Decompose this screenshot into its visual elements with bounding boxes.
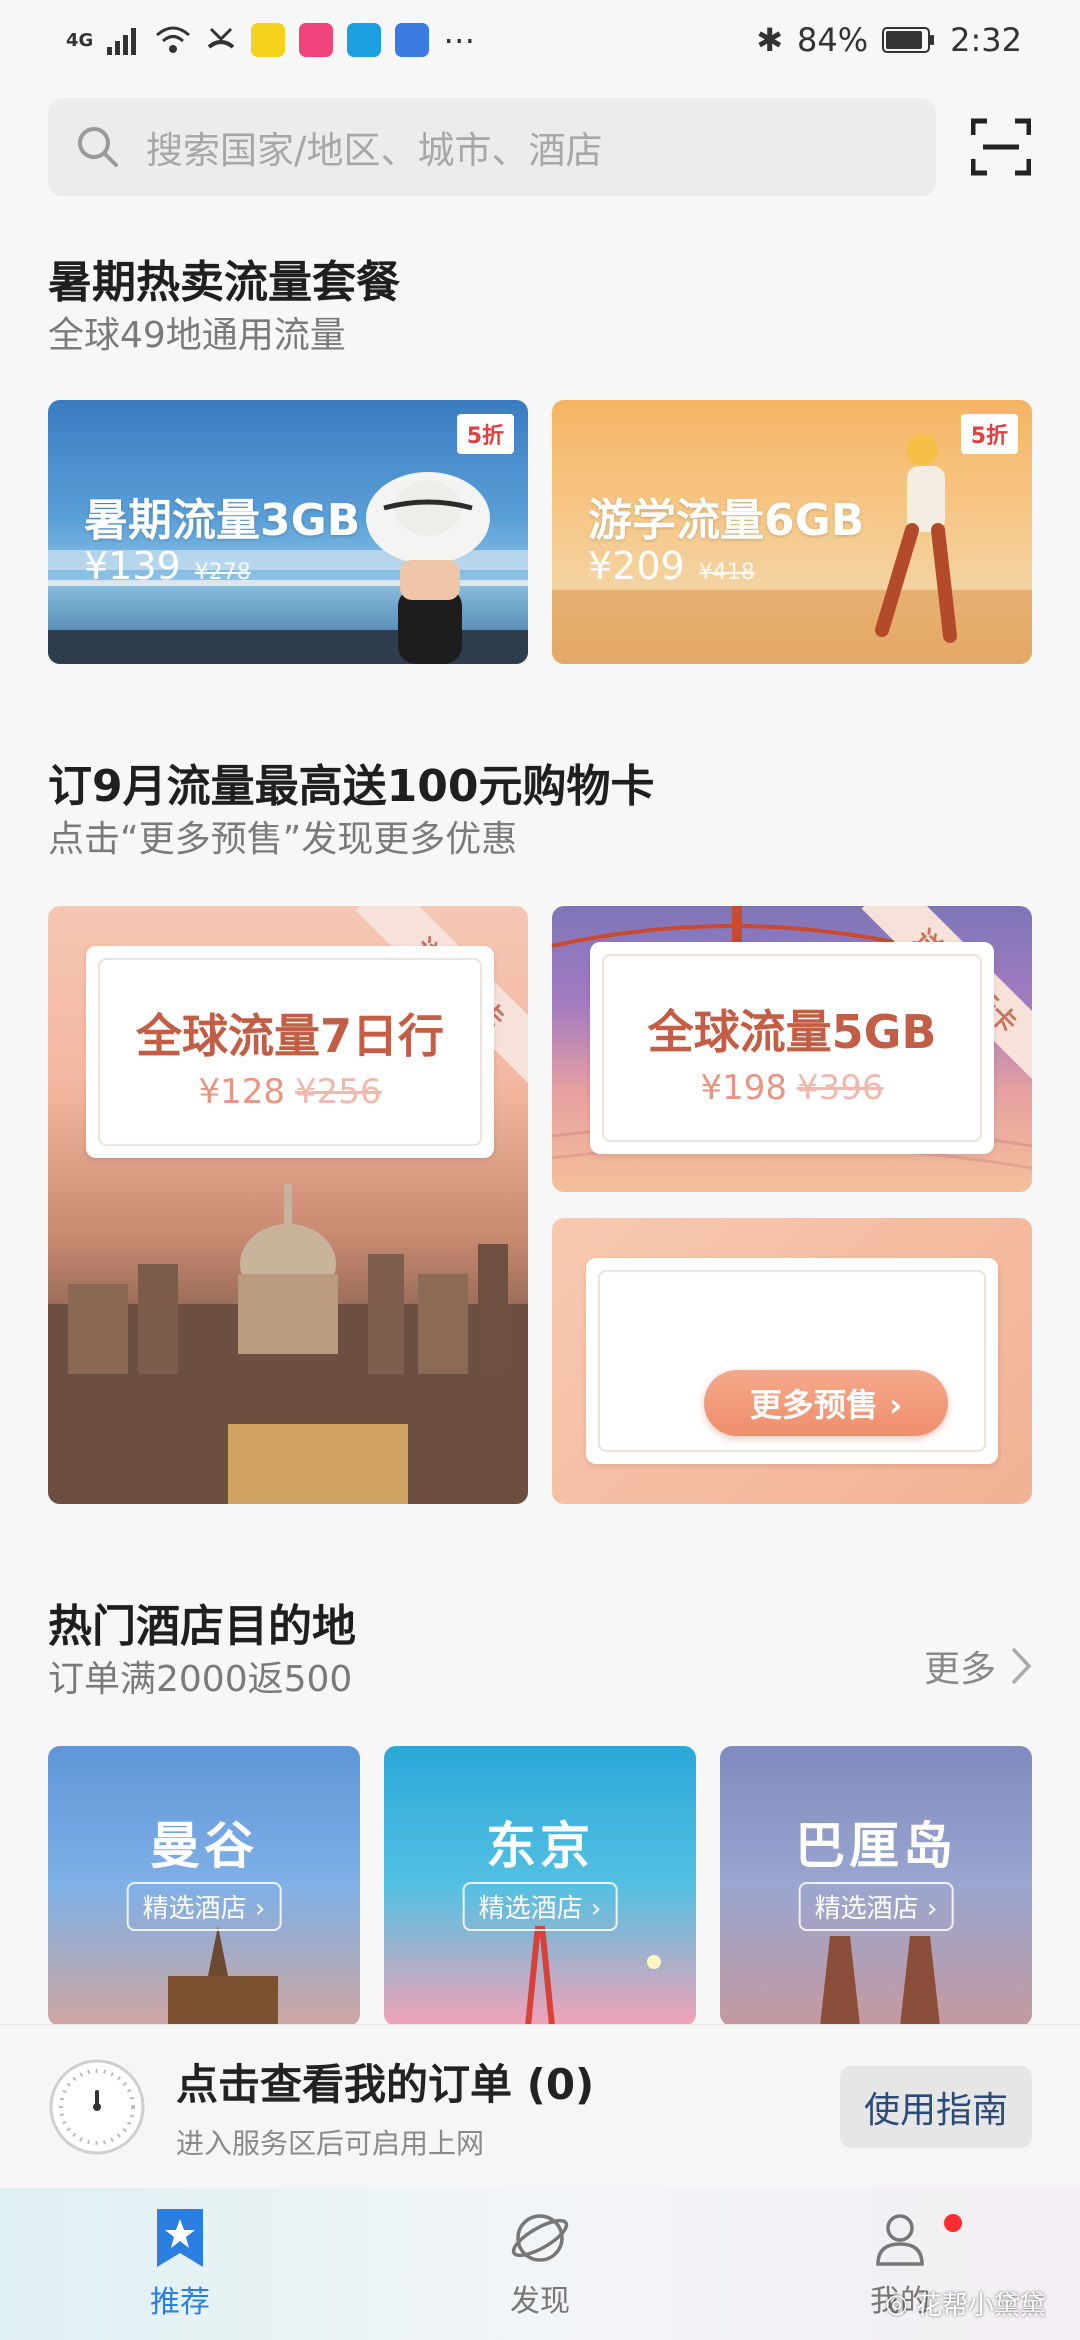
app-notification-icon — [299, 23, 334, 57]
offer-title: 全球流量5GB — [647, 1005, 937, 1059]
wifi-icon — [156, 26, 191, 53]
notification-dot — [944, 2214, 962, 2232]
offer-ticket: 全球流量7日行 ¥128 ¥256 — [86, 946, 494, 1158]
featured-hotels-tag: 精选酒店 › — [126, 1882, 282, 1931]
card-price: ¥139 ¥278 — [84, 544, 251, 588]
more-presale-ticket: 更多预售 › — [586, 1258, 998, 1464]
scan-button[interactable] — [970, 116, 1032, 178]
summer-card-6gb[interactable]: 5折 游学流量6GB ¥209 ¥418 — [552, 400, 1032, 664]
person-icon — [876, 2214, 924, 2266]
presale-card-5gb[interactable]: 送100元卡 全球流量5GB ¥198¥396 — [552, 906, 1032, 1192]
summer-section-subtitle: 全球49地通用流量 — [48, 315, 346, 356]
featured-hotels-tag: 精选酒店 › — [798, 1882, 954, 1931]
hotels-section-subtitle: 订单满2000返500 — [48, 1659, 353, 1700]
more-presale-button[interactable]: 更多预售 › — [704, 1370, 948, 1436]
tab-label: 发现 — [510, 2284, 570, 2319]
offer-price: ¥128 ¥256 — [86, 1072, 494, 1112]
summer-section-title: 暑期热卖流量套餐 — [48, 257, 400, 308]
original-price: ¥278 — [194, 560, 251, 585]
offer-price: ¥198 ¥396 — [590, 1068, 994, 1108]
order-subtitle: 进入服务区后可启用上网 — [176, 2127, 485, 2160]
bottom-tab-bar: 推荐 发现 我的 ◎ 花帮小黛黛 — [0, 2188, 1080, 2340]
discount-badge: 5折 — [960, 414, 1018, 454]
status-left: 4G ⋯ — [66, 21, 475, 59]
original-price: ¥396 — [797, 1068, 884, 1108]
tab-recommend[interactable]: 推荐 — [0, 2188, 360, 2340]
featured-hotels-tag: 精选酒店 › — [462, 1882, 618, 1931]
current-price: ¥128 — [198, 1072, 285, 1112]
discount-badge: 5折 — [456, 414, 514, 454]
search-icon — [78, 127, 118, 167]
tab-label: 推荐 — [150, 2285, 210, 2320]
offer-title: 全球流量7日行 — [135, 1009, 444, 1063]
original-price: ¥418 — [698, 560, 755, 585]
hotels-section-title: 热门酒店目的地 — [48, 1601, 356, 1652]
watermark: ◎ 花帮小黛黛 — [885, 2285, 1046, 2322]
wechat-icon: ◎ — [885, 2288, 908, 2319]
status-bar: 4G ⋯ ✱ 84% 2:32 — [0, 0, 1080, 80]
city-skyline-illustration — [48, 1184, 528, 1504]
bluetooth-icon: ✱ — [756, 21, 784, 59]
search-placeholder: 搜索国家/地区、城市、酒店 — [146, 129, 603, 172]
more-notifications-icon: ⋯ — [443, 21, 476, 59]
current-price: ¥139 — [84, 544, 181, 588]
hotel-card-bangkok[interactable]: 曼谷 精选酒店 › — [48, 1746, 360, 2026]
hotel-card-tokyo[interactable]: 东京 精选酒店 › — [384, 1746, 696, 2026]
original-price: ¥256 — [295, 1072, 382, 1112]
search-row: 搜索国家/地区、城市、酒店 — [48, 98, 1032, 196]
presale-section-title: 订9月流量最高送100元购物卡 — [48, 761, 655, 812]
network-type: 4G — [66, 29, 94, 51]
chevron-right-icon — [1011, 1647, 1032, 1685]
order-texts: 点击查看我的订单 (0) 进入服务区后可启用上网 — [176, 2051, 840, 2162]
hotels-more-link[interactable]: 更多 — [924, 1640, 1032, 1692]
signal-icon — [107, 28, 137, 55]
clock-time: 2:32 — [950, 21, 1022, 59]
hotel-card-bali[interactable]: 巴厘岛 精选酒店 › — [720, 1746, 1032, 2026]
clock-icon — [49, 2059, 145, 2154]
search-input[interactable]: 搜索国家/地区、城市、酒店 — [48, 98, 936, 196]
missed-call-icon — [208, 27, 235, 49]
app-notification-icon — [347, 23, 382, 57]
battery-level: 84% — [797, 21, 869, 59]
current-price: ¥209 — [588, 544, 685, 588]
card-title: 游学流量6GB — [588, 495, 865, 546]
star-bookmark-icon — [157, 2209, 203, 2267]
more-presale-card[interactable]: 更多预售 › — [552, 1218, 1032, 1504]
hotel-city-name: 巴厘岛 — [795, 1817, 957, 1875]
app-notification-icon — [251, 23, 286, 57]
user-guide-button[interactable]: 使用指南 — [839, 2065, 1032, 2148]
more-label: 更多 — [923, 1649, 996, 1690]
watermark-text: 花帮小黛黛 — [915, 2291, 1046, 2321]
order-title: 点击查看我的订单 (0) — [176, 2060, 595, 2109]
hotel-city-name: 东京 — [486, 1817, 594, 1875]
presale-section-subtitle: 点击“更多预售”发现更多优惠 — [48, 819, 518, 860]
tab-discover[interactable]: 发现 — [360, 2188, 720, 2340]
app-notification-icon — [395, 23, 430, 57]
offer-ticket: 全球流量5GB ¥198 ¥396 — [590, 942, 994, 1154]
presale-card-7day[interactable]: 送50元卡 全球流量7日行 ¥128¥256 — [48, 906, 528, 1504]
scan-icon — [971, 118, 1031, 176]
summer-card-3gb[interactable]: 5折 暑期流量3GB ¥139 ¥278 — [48, 400, 528, 664]
order-bar[interactable]: 点击查看我的订单 (0) 进入服务区后可启用上网 使用指南 — [0, 2024, 1080, 2188]
planet-icon — [511, 2214, 569, 2262]
card-title: 暑期流量3GB — [84, 495, 361, 546]
current-price: ¥198 — [700, 1068, 787, 1108]
card-price: ¥209 ¥418 — [588, 544, 755, 588]
status-right: ✱ 84% 2:32 — [756, 21, 1022, 59]
battery-icon — [882, 27, 935, 53]
hotel-city-name: 曼谷 — [150, 1817, 258, 1875]
